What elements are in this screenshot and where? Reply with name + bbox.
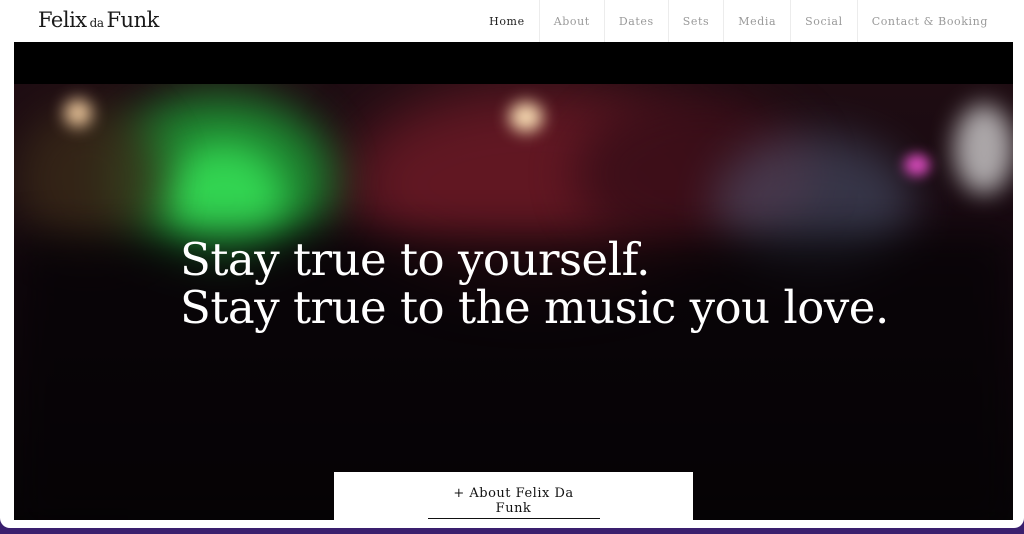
- nav-item-media[interactable]: Media: [723, 0, 790, 42]
- hero-headline-line-2: Stay true to the music you love.: [180, 281, 889, 334]
- nav-item-contact-booking[interactable]: Contact & Booking: [856, 0, 1002, 42]
- site-header: Felix da Funk Home About Dates Sets Medi…: [0, 0, 1024, 42]
- logo-text-felix: Felix: [38, 8, 87, 32]
- logo-text-da: da: [89, 16, 104, 30]
- cta-panel: + About Felix Da Funk: [334, 472, 693, 520]
- about-felix-button[interactable]: + About Felix Da Funk: [427, 486, 600, 519]
- main-navigation: Home About Dates Sets Media Social Conta…: [475, 0, 1002, 42]
- nav-item-dates[interactable]: Dates: [603, 0, 668, 42]
- nav-item-sets[interactable]: Sets: [667, 0, 724, 42]
- hero-headline: Stay true to yourself. Stay true to the …: [180, 236, 889, 332]
- browser-page: Felix da Funk Home About Dates Sets Medi…: [0, 0, 1024, 528]
- nav-item-about[interactable]: About: [538, 0, 604, 42]
- logo-text-funk: Funk: [106, 8, 159, 32]
- nav-item-home[interactable]: Home: [475, 0, 539, 42]
- hero-headline-line-1: Stay true to yourself.: [180, 233, 650, 286]
- hero-section: Stay true to yourself. Stay true to the …: [14, 42, 1013, 520]
- site-logo[interactable]: Felix da Funk: [38, 8, 159, 34]
- nav-item-social[interactable]: Social: [790, 0, 857, 42]
